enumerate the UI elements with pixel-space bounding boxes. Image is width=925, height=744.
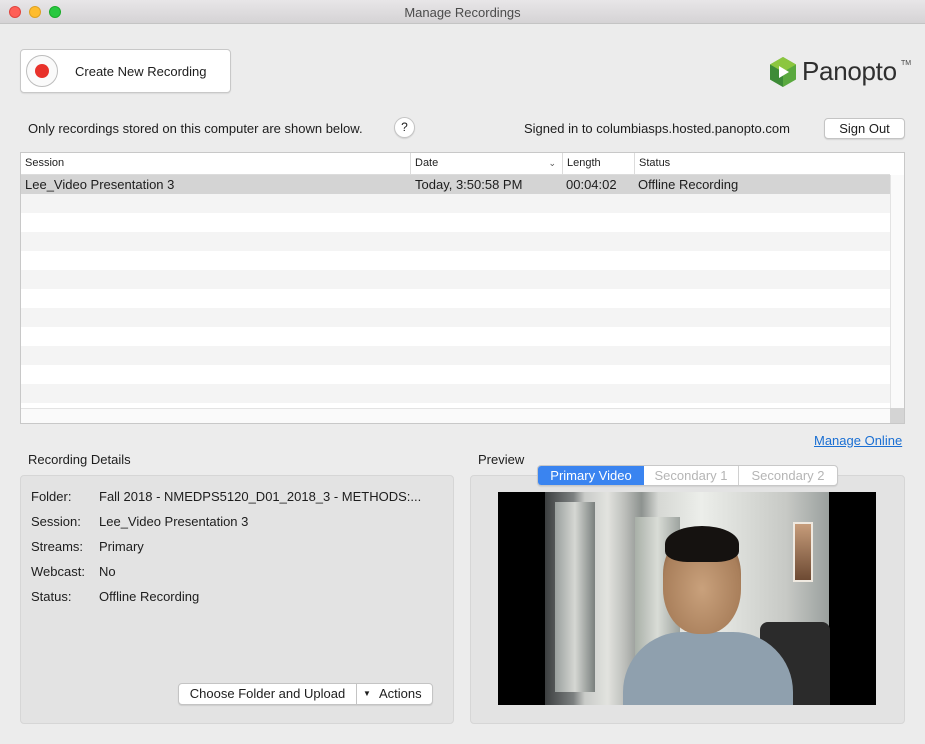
detail-value: Offline Recording xyxy=(99,589,200,604)
detail-key: Session: xyxy=(31,514,81,529)
record-icon xyxy=(26,55,58,87)
manage-online-link[interactable]: Manage Online xyxy=(814,433,902,448)
manage-recordings-window: Manage Recordings Create New Recording P… xyxy=(0,0,925,744)
preview-stream-tabs: Primary Video Secondary 1 Secondary 2 xyxy=(537,465,838,486)
recording-details-heading: Recording Details xyxy=(28,452,131,467)
preview-heading: Preview xyxy=(478,452,525,467)
webcam-frame xyxy=(545,492,830,705)
detail-value: Primary xyxy=(99,539,144,554)
cell-session: Lee_Video Presentation 3 xyxy=(25,177,175,192)
detail-key: Status: xyxy=(31,589,72,604)
table-header: Session Date ⌄ Length Status xyxy=(21,153,890,175)
upload-actions-group: Choose Folder and Upload ▼ Actions xyxy=(178,683,433,705)
trademark-mark: TM xyxy=(901,60,912,67)
tab-secondary-2[interactable]: Secondary 2 xyxy=(739,466,837,485)
detail-value: No xyxy=(99,564,116,579)
cell-length: 00:04:02 xyxy=(566,177,617,192)
detail-key: Webcast: xyxy=(31,564,85,579)
column-header-length[interactable]: Length xyxy=(563,153,635,175)
signed-in-status: Signed in to columbiasps.hosted.panopto.… xyxy=(524,121,790,136)
panopto-logo-icon xyxy=(770,57,796,87)
empty-row xyxy=(21,308,890,327)
actions-dropdown-button[interactable]: ▼ Actions xyxy=(357,684,432,704)
window-title: Manage Recordings xyxy=(404,5,521,20)
scroll-corner xyxy=(890,408,904,423)
column-header-label: Status xyxy=(639,157,671,169)
cell-status: Offline Recording xyxy=(638,177,739,192)
create-new-recording-label: Create New Recording xyxy=(75,64,207,79)
empty-row xyxy=(21,232,890,251)
detail-value: Fall 2018 - NMEDPS5120_D01_2018_3 - METH… xyxy=(99,489,422,504)
horizontal-scrollbar[interactable] xyxy=(21,408,890,423)
actions-label: Actions xyxy=(379,686,422,701)
column-header-status[interactable]: Status xyxy=(635,153,890,175)
empty-row xyxy=(21,365,890,384)
tab-secondary-1[interactable]: Secondary 1 xyxy=(644,466,739,485)
person-body xyxy=(623,632,793,705)
empty-row xyxy=(21,346,890,365)
video-preview xyxy=(498,492,876,705)
recording-details-panel: Folder: Fall 2018 - NMEDPS5120_D01_2018_… xyxy=(20,475,454,724)
caret-down-icon: ▼ xyxy=(363,689,371,698)
help-button[interactable]: ? xyxy=(394,117,415,138)
background-picture-frame xyxy=(793,522,813,582)
choose-folder-and-upload-button[interactable]: Choose Folder and Upload xyxy=(179,684,357,704)
empty-row xyxy=(21,213,890,232)
empty-row xyxy=(21,384,890,403)
column-header-label: Session xyxy=(25,157,65,169)
empty-row xyxy=(21,270,890,289)
local-recordings-notice: Only recordings stored on this computer … xyxy=(28,121,363,136)
column-header-session[interactable]: Session xyxy=(21,153,411,175)
empty-row xyxy=(21,251,890,270)
column-header-label: Length xyxy=(567,157,601,169)
empty-row xyxy=(21,194,890,213)
vertical-scrollbar[interactable] xyxy=(890,175,904,408)
title-bar: Manage Recordings xyxy=(0,0,925,24)
record-dot-icon xyxy=(35,64,49,78)
person-hair xyxy=(665,526,739,562)
detail-value: Lee_Video Presentation 3 xyxy=(99,514,249,529)
empty-row xyxy=(21,327,890,346)
empty-row xyxy=(21,289,890,308)
detail-key: Streams: xyxy=(31,539,84,554)
detail-key: Folder: xyxy=(31,489,72,504)
panopto-logo: Panopto TM xyxy=(768,54,912,90)
column-header-date[interactable]: Date ⌄ xyxy=(411,153,563,175)
cell-date: Today, 3:50:58 PM xyxy=(415,177,523,192)
sort-descending-icon: ⌄ xyxy=(548,158,556,168)
sign-out-button[interactable]: Sign Out xyxy=(824,118,905,139)
tab-primary-video[interactable]: Primary Video xyxy=(538,466,644,485)
background-door xyxy=(555,502,595,692)
panopto-wordmark: Panopto xyxy=(802,56,897,86)
recordings-table: Session Date ⌄ Length Status Lee_Video P… xyxy=(20,152,905,424)
table-row[interactable]: Lee_Video Presentation 3 Today, 3:50:58 … xyxy=(21,175,890,194)
column-header-label: Date xyxy=(415,157,439,169)
table-body: Lee_Video Presentation 3 Today, 3:50:58 … xyxy=(21,175,890,408)
create-new-recording-button[interactable]: Create New Recording xyxy=(20,49,231,93)
